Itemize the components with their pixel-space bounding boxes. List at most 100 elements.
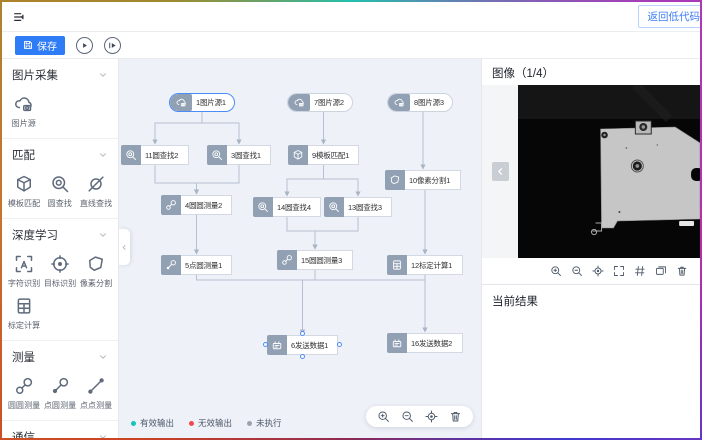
sidebar-section-header[interactable]: 通信 [2,428,118,438]
flow-node[interactable]: 5点圆测量1 [161,255,232,275]
node-label: 14圆查找4 [273,197,321,217]
result-section-title: 当前结果 [482,285,700,317]
legend-item: 有效输出 [131,417,174,429]
flow-node[interactable]: 4圆圆测量2 [161,195,232,215]
zoom-in-button[interactable] [550,265,562,277]
previous-image-button[interactable] [492,162,509,181]
tool-item[interactable]: 标定计算 [6,296,42,331]
zoom-in-button[interactable] [377,410,390,423]
chevron-down-icon [98,230,108,240]
save-button[interactable]: 保存 [15,36,65,55]
node-label: 1图片源1 [192,97,231,108]
send-icon [267,335,287,355]
trash-icon [449,410,462,423]
sidebar-section: 深度学习字符识别目标识别像素分割标定计算 [2,219,118,341]
measure-pp-icon [86,376,106,396]
locate-button[interactable] [425,410,438,423]
tool-item[interactable]: 点圆测量 [42,376,78,411]
flow-node[interactable]: 10像素分割1 [385,170,461,190]
connection-handle[interactable] [300,331,305,336]
trash-button[interactable] [449,410,462,423]
tool-item[interactable]: 字符识别 [6,254,42,289]
zoom-out-button[interactable] [571,265,583,277]
tool-item[interactable]: 点点测量 [78,376,114,411]
legend-label: 有效输出 [140,417,174,429]
result-panel: 图像（1/4） [481,59,700,438]
fullscreen-button[interactable] [613,265,625,277]
flow-canvas[interactable]: 1图片源1 7图片源2 8图片源3 11圆查找2 3圆查找1 9模板匹配1 10像素分割1 4… [119,59,481,438]
circle-find-icon [324,197,344,217]
canvas-controls [366,406,473,427]
flow-node[interactable]: 8图片源3 [387,93,453,112]
connection-handle[interactable] [263,342,268,347]
chevron-left-icon [496,167,505,176]
sidebar-section: 匹配模板匹配圆查找直线查找 [2,139,118,219]
tool-sidebar: 图片采集图片源匹配模板匹配圆查找直线查找深度学习字符识别目标识别像素分割标定计算… [2,59,119,438]
tool-item[interactable]: 图片源 [6,94,42,129]
flow-node[interactable]: 15圆圆测量3 [277,250,353,270]
tool-item-label: 图片源 [12,117,36,128]
compare-button[interactable] [655,265,667,277]
vision-image-viewer[interactable] [518,85,700,258]
flow-node[interactable]: 6发送数据1 [267,335,338,355]
circle-find-icon [253,197,273,217]
sidebar-section-header[interactable]: 测量 [2,348,118,372]
flow-node[interactable]: 3圆查找1 [207,145,271,165]
flow-edges [119,59,481,438]
node-label: 8图片源3 [410,97,449,108]
tool-item[interactable]: 模板匹配 [6,174,42,209]
zoom-out-icon [401,410,414,423]
camera-cloud-icon [170,94,192,111]
tool-item[interactable]: 像素分割 [78,254,114,289]
segment-icon [385,170,405,190]
sidebar-section-header[interactable]: 图片采集 [2,66,118,90]
flow-node[interactable]: 14圆查找4 [253,197,321,217]
play-step-icon [107,40,118,51]
camera-cloud-icon [288,94,310,111]
legend-item: 无效输出 [189,417,232,429]
sidebar-section-header[interactable]: 匹配 [2,146,118,170]
menu-icon[interactable] [12,10,26,24]
grid-button[interactable] [634,265,646,277]
node-label: 16发送数据2 [407,333,463,353]
locate-button[interactable] [592,265,604,277]
node-label: 13圆查找3 [344,197,392,217]
section-title: 深度学习 [12,227,58,243]
measure-cc-icon [14,376,34,396]
legend-dot [131,421,136,426]
line-find-icon [86,174,106,194]
tool-item[interactable]: 直线查找 [78,174,114,209]
legend-dot [189,421,194,426]
tool-item[interactable]: 目标识别 [42,254,78,289]
back-to-lowcode-button[interactable]: 返回低代码 [638,5,701,28]
flow-node[interactable]: 9模板匹配1 [288,145,359,165]
measure-cc-icon [277,250,297,270]
flow-node[interactable]: 16发送数据2 [387,333,463,353]
section-title: 匹配 [12,147,35,163]
sidebar-section-header[interactable]: 深度学习 [2,226,118,250]
run-button[interactable] [76,37,93,54]
trash-button[interactable] [676,265,688,277]
save-label: 保存 [37,38,57,53]
save-icon [23,40,33,50]
image-toolbar [482,258,700,284]
cube-icon [14,174,34,194]
node-label: 10像素分割1 [405,170,461,190]
tool-item[interactable]: 圆圆测量 [6,376,42,411]
tool-item-label: 目标识别 [44,277,76,288]
flow-node[interactable]: 1图片源1 [169,93,235,112]
calc-icon [387,255,407,275]
connection-handle[interactable] [300,354,305,359]
flow-node[interactable]: 13圆查找3 [324,197,392,217]
zoom-out-button[interactable] [401,410,414,423]
connection-handle[interactable] [337,342,342,347]
node-label: 15圆圆测量3 [297,250,353,270]
zoom-in-icon [377,410,390,423]
flow-node[interactable]: 11圆查找2 [121,145,189,165]
tool-item-label: 标定计算 [8,319,40,330]
run-once-button[interactable] [104,37,121,54]
flow-node[interactable]: 7图片源2 [287,93,353,112]
tool-item[interactable]: 圆查找 [42,174,78,209]
flow-node[interactable]: 12标定计算1 [387,255,463,275]
sidebar-collapse-handle[interactable] [119,229,130,265]
